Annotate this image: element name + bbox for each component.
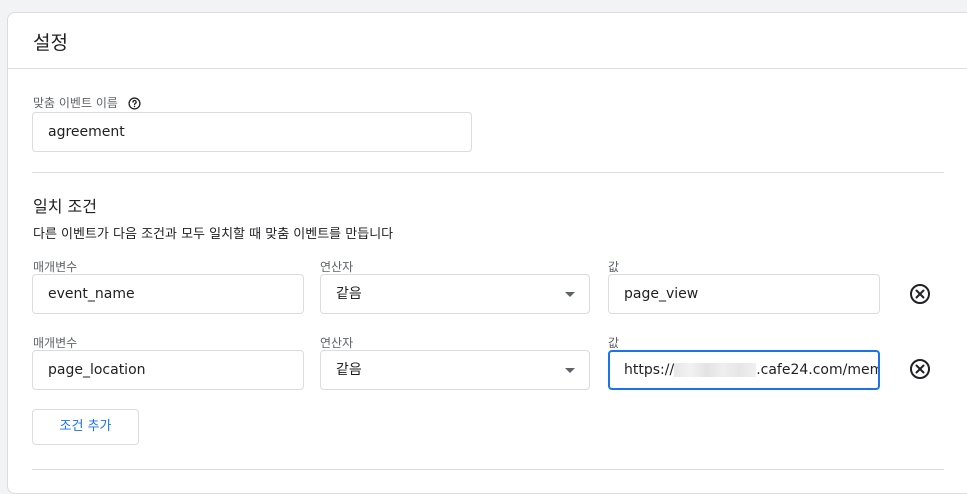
operator-select[interactable]: 같음 [320,350,590,390]
value-label: 값 [608,336,620,350]
custom-event-name-input[interactable]: agreement [32,112,472,152]
value-input[interactable]: page_view [608,274,880,314]
help-circle-icon[interactable] [128,97,141,110]
value-label: 값 [608,260,620,274]
header-divider [8,68,967,69]
custom-event-label-row: 맞춤 이벤트 이름 [33,94,141,111]
remove-condition-icon[interactable] [908,282,932,306]
parameter-label: 매개변수 [33,260,78,274]
add-condition-button[interactable]: 조건 추가 [32,409,139,445]
operator-selected-value: 같음 [336,286,362,302]
operator-selected-value: 같음 [336,362,362,378]
parameter-input[interactable]: event_name [32,274,304,314]
remove-condition-icon[interactable] [908,357,932,381]
section-divider-top [32,172,944,173]
settings-card: 설정 맞춤 이벤트 이름 agreement 일치 조건 다른 이벤트가 다음 … [7,12,967,494]
dropdown-arrow-icon [565,368,575,373]
value-input-focused[interactable]: https:// .cafe24.com/mem [608,350,880,390]
redacted-block [674,363,757,377]
operator-label: 연산자 [320,260,354,274]
match-conditions-description: 다른 이벤트가 다음 조건과 모두 일치할 때 맞춤 이벤트를 만듭니다 [33,227,394,242]
operator-select[interactable]: 같음 [320,274,590,314]
parameter-input[interactable]: page_location [32,350,304,390]
operator-label: 연산자 [320,336,354,350]
value-prefix: https:// [624,362,675,378]
value-suffix: .cafe24.com/mem [756,362,880,378]
custom-event-label: 맞춤 이벤트 이름 [33,96,118,110]
section-divider-bottom [32,469,944,470]
card-title: 설정 [33,32,68,54]
dropdown-arrow-icon [565,292,575,297]
parameter-label: 매개변수 [33,336,78,350]
match-conditions-title: 일치 조건 [33,197,97,216]
